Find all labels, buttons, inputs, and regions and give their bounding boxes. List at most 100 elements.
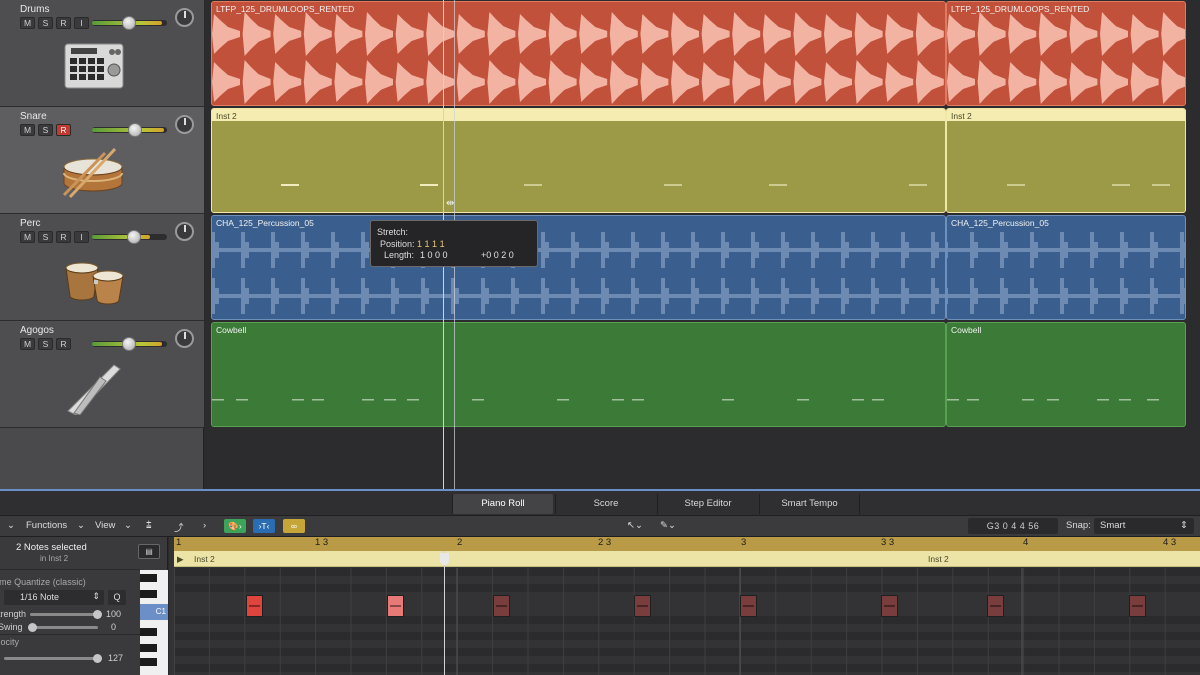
- tab-piano-roll[interactable]: Piano Roll: [452, 494, 553, 514]
- audio-region[interactable]: CHA_125_Percussion_05: [946, 215, 1186, 320]
- region-bar-name: Inst 2: [194, 554, 215, 564]
- volume-slider[interactable]: [92, 16, 167, 30]
- solo-button[interactable]: S: [38, 338, 53, 350]
- midi-notes: [212, 399, 884, 401]
- track-header-drums[interactable]: Drums M S R I: [0, 0, 204, 107]
- tab-score[interactable]: Score: [555, 494, 656, 514]
- calendar-icon[interactable]: ▤: [138, 544, 160, 559]
- record-enable-button[interactable]: R: [56, 17, 71, 29]
- snap-label: Snap:: [1066, 520, 1091, 531]
- tracks-area[interactable]: LTFP_125_DRUMLOOPS_RENTED LTFP_125_DRUML…: [205, 0, 1200, 490]
- swing-value: 0: [111, 622, 117, 632]
- pencil-tool-icon[interactable]: ✎⌄: [660, 520, 676, 531]
- catch-button[interactable]: ›T‹: [253, 519, 275, 533]
- track-header-snare[interactable]: Snare M S R: [0, 107, 204, 214]
- midi-notes: [1007, 184, 1170, 186]
- playhead-handle[interactable]: [440, 553, 449, 565]
- piano-roll[interactable]: 1 1 3 2 2 3 3 3 3 4 4 3 ▶ Inst 2 Inst 2: [169, 537, 1200, 675]
- collapse-icon[interactable]: ⩲: [146, 520, 152, 531]
- tooltip-position-label: Position:: [380, 239, 415, 249]
- ruler-label: 1: [176, 537, 182, 548]
- audio-region[interactable]: LTFP_125_DRUMLOOPS_RENTED: [946, 1, 1186, 106]
- snap-select[interactable]: Smart ⇕: [1094, 518, 1194, 534]
- waveform: [947, 12, 1185, 104]
- mute-button[interactable]: M: [20, 124, 35, 136]
- midi-note[interactable]: [740, 595, 757, 617]
- play-icon: ▶: [177, 554, 184, 564]
- region-bar[interactable]: ▶ Inst 2 Inst 2: [174, 551, 1200, 567]
- midi-region[interactable]: Inst 2: [211, 108, 946, 213]
- volume-slider[interactable]: [92, 230, 167, 244]
- pointer-tool-icon[interactable]: ↖⌄: [627, 520, 643, 531]
- chevron-down-icon[interactable]: ⌄: [77, 520, 85, 531]
- midi-note[interactable]: [493, 595, 510, 617]
- key-label: C1: [155, 607, 166, 616]
- midi-out-button[interactable]: 🎨›: [224, 519, 246, 533]
- velocity-slider-knob[interactable]: [93, 654, 102, 663]
- midi-note[interactable]: [246, 595, 263, 617]
- solo-button[interactable]: S: [38, 231, 53, 243]
- tooltip-position-value: 1 1 1 1: [417, 239, 445, 249]
- link-button[interactable]: ∞: [283, 519, 305, 533]
- quantize-q-button[interactable]: Q: [108, 590, 126, 605]
- input-monitor-button[interactable]: I: [74, 231, 89, 243]
- audio-region[interactable]: LTFP_125_DRUMLOOPS_RENTED: [211, 1, 946, 106]
- piano-roll-playhead[interactable]: [444, 551, 445, 675]
- input-monitor-button[interactable]: I: [74, 17, 89, 29]
- chevron-down-icon[interactable]: ⌄: [124, 520, 132, 531]
- waveform: [212, 232, 945, 314]
- record-enable-button[interactable]: R: [56, 124, 71, 136]
- tooltip-length-value: 1 0 0 0: [420, 250, 448, 260]
- midi-note[interactable]: [387, 595, 404, 617]
- midi-note[interactable]: [881, 595, 898, 617]
- highlighted-key: C1: [140, 604, 168, 620]
- snap-value: Smart: [1100, 520, 1126, 531]
- swing-slider-knob[interactable]: [28, 623, 37, 632]
- midi-region[interactable]: Cowbell: [211, 322, 946, 427]
- pan-knob[interactable]: [175, 222, 194, 241]
- ruler-label: 3: [741, 537, 747, 548]
- volume-slider[interactable]: [92, 337, 167, 351]
- tab-smart-tempo[interactable]: Smart Tempo: [759, 494, 860, 514]
- velocity-slider[interactable]: [4, 657, 98, 660]
- record-enable-button[interactable]: R: [56, 338, 71, 350]
- piano-keyboard[interactable]: C1: [140, 570, 168, 675]
- tooltip-title: Stretch:: [377, 227, 409, 237]
- strength-slider[interactable]: [30, 613, 98, 616]
- track-header-agogos[interactable]: Agogos M S R: [0, 321, 204, 428]
- tab-step-editor[interactable]: Step Editor: [657, 494, 758, 514]
- midi-note[interactable]: [1129, 595, 1146, 617]
- view-menu[interactable]: View: [95, 520, 115, 531]
- lane-perc: CHA_125_Percussion_05 CHA_125_Percussion…: [205, 214, 1200, 321]
- chevron-down-icon[interactable]: ⌄: [7, 520, 15, 531]
- midi-notes: [281, 184, 927, 186]
- quantize-select[interactable]: 1/16 Note ⇕: [4, 590, 104, 605]
- midi-note[interactable]: [634, 595, 651, 617]
- pan-knob[interactable]: [175, 115, 194, 134]
- record-enable-button[interactable]: R: [56, 231, 71, 243]
- midi-region[interactable]: Cowbell: [946, 322, 1186, 427]
- pan-knob[interactable]: [175, 8, 194, 27]
- mute-button[interactable]: M: [20, 338, 35, 350]
- bar-ruler[interactable]: 1 1 3 2 2 3 3 3 3 4 4 3: [174, 537, 1200, 551]
- pan-knob[interactable]: [175, 329, 194, 348]
- track-header-perc[interactable]: Perc M S R I: [0, 214, 204, 321]
- midi-note[interactable]: [987, 595, 1004, 617]
- solo-button[interactable]: S: [38, 17, 53, 29]
- solo-button[interactable]: S: [38, 124, 53, 136]
- midi-in-icon[interactable]: ›: [203, 520, 206, 531]
- volume-slider[interactable]: [92, 123, 167, 137]
- functions-menu[interactable]: Functions: [26, 520, 67, 531]
- mute-button[interactable]: M: [20, 17, 35, 29]
- swing-slider[interactable]: [30, 626, 98, 629]
- velocity-value: 127: [108, 653, 124, 663]
- waveform: [212, 12, 944, 104]
- midi-region[interactable]: Inst 2: [946, 108, 1186, 213]
- mute-button[interactable]: M: [20, 231, 35, 243]
- strength-slider-knob[interactable]: [93, 610, 102, 619]
- automation-icon[interactable]: ⤴: [174, 520, 184, 534]
- track-name: Agogos: [20, 325, 54, 336]
- note-grid[interactable]: [174, 568, 1200, 675]
- audio-region[interactable]: CHA_125_Percussion_05: [211, 215, 946, 320]
- drum-machine-icon: [64, 43, 124, 89]
